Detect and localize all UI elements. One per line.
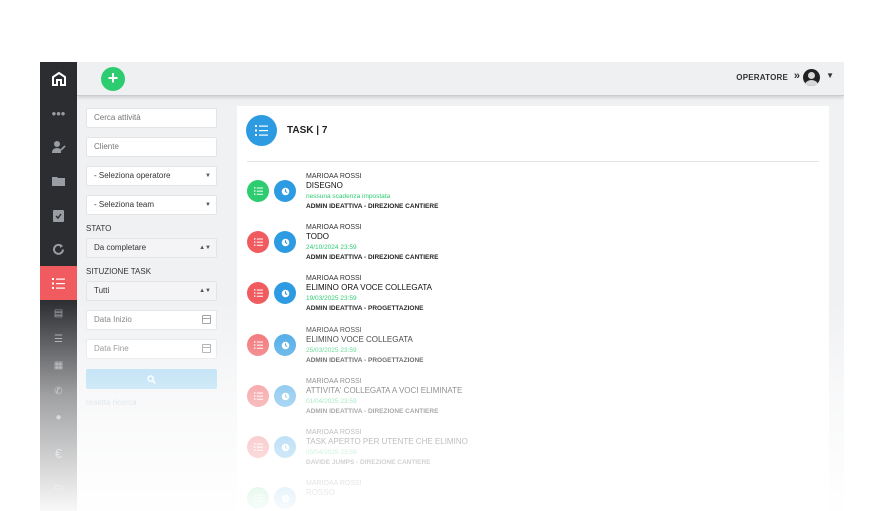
checklist-icon[interactable]: ☰ — [40, 326, 77, 352]
task-name[interactable]: DISEGNO — [306, 181, 706, 191]
situazione-select[interactable]: Tutti ▲▼ — [86, 281, 217, 301]
reset-search-link[interactable]: resetta ricerca — [86, 398, 217, 407]
situazione-label: SITUZIONE TASK — [86, 267, 152, 276]
task-panel: TASK | 7 MARIOAA ROSSI DISEGNO nessuna sca… — [237, 106, 829, 511]
stato-select[interactable]: Da completare ▲▼ — [86, 238, 217, 258]
operatore-select[interactable]: - Seleziona operatore ▼ — [86, 166, 217, 186]
search-button[interactable] — [86, 369, 217, 389]
top-bar: + OPERATORE » ▼ — [77, 62, 844, 96]
task-list-icon — [246, 115, 277, 146]
task-details: MARIOAA ROSSI ATTIVITA' COLLEGATA A VOCI … — [306, 377, 706, 417]
task-name[interactable]: ELIMINO ORA VOCE COLLEGATA — [306, 283, 706, 293]
clock-icon[interactable] — [274, 334, 296, 356]
document-icon[interactable]: ▤ — [40, 300, 77, 326]
task-status-icon[interactable] — [247, 180, 269, 202]
task-details: MARIOAA ROSSI TASK APERTO PER UTENTE CHE … — [306, 428, 706, 468]
clock-icon[interactable] — [274, 231, 296, 253]
updown-icon: ▲▼ — [199, 245, 211, 251]
task-name[interactable]: TASK APERTO PER UTENTE CHE ELIMINO — [306, 437, 706, 447]
avatar[interactable] — [803, 69, 820, 86]
phone-icon[interactable]: ✆ — [40, 378, 77, 404]
task-details: MARIOAA ROSSI TODO 24/10/2024 23:59 ADMIN I… — [306, 223, 706, 263]
task-details: MARIOAA ROSSI ROSSO — [306, 479, 706, 498]
divider — [247, 161, 819, 162]
sync-icon[interactable] — [40, 232, 77, 266]
user-edit-icon[interactable] — [40, 130, 77, 164]
task-status-icon[interactable] — [247, 487, 269, 509]
task-user: MARIOAA ROSSI — [306, 429, 362, 436]
euro-icon[interactable]: € — [40, 436, 77, 470]
task-user: MARIOAA ROSSI — [306, 480, 362, 487]
search-icon — [147, 375, 156, 384]
situazione-select-value: Tutti — [94, 286, 110, 295]
team-select[interactable]: - Seleziona team ▼ — [86, 195, 217, 215]
caret-down-icon: ▼ — [205, 202, 211, 208]
chevron-down-icon[interactable]: ▼ — [826, 71, 834, 80]
task-owner: ADMIN IDEATTIVA - DIREZIONE CANTIERE — [306, 408, 439, 415]
data-fine-placeholder: Data Fine — [94, 344, 129, 353]
task-owner: ADMIN IDEATTIVA - PROGETTAZIONE — [306, 305, 424, 312]
task-list-icon[interactable] — [40, 266, 77, 300]
task-deadline: 25/03/2025 23:59 — [306, 347, 357, 354]
task-details: MARIOAA ROSSI ELIMINO VOCE COLLEGATA 25/03… — [306, 326, 706, 366]
card-icon[interactable]: ▭ — [40, 474, 77, 500]
data-fine-input[interactable]: Data Fine — [86, 339, 217, 359]
task-status-icon[interactable] — [247, 385, 269, 407]
app-logo[interactable] — [40, 62, 77, 96]
calendar-icon[interactable] — [202, 315, 211, 324]
task-owner: ADMIN IDEATTIVA - DIREZIONE CANTIERE — [306, 254, 439, 261]
calendar-icon[interactable] — [202, 344, 211, 353]
task-status-icon[interactable] — [247, 231, 269, 253]
clock-icon[interactable] — [274, 180, 296, 202]
updown-icon: ▲▼ — [199, 288, 211, 294]
cliente-input[interactable]: Cliente — [86, 137, 217, 157]
add-button[interactable]: + — [101, 67, 125, 91]
clock-icon[interactable] — [274, 487, 296, 509]
task-deadline: 01/04/2025 23:59 — [306, 398, 357, 405]
task-details: MARIOAA ROSSI DISEGNO nessuna scadenza imp… — [306, 172, 706, 212]
operatore-select-value: - Seleziona operatore — [94, 171, 171, 180]
users-icon[interactable]: ● — [40, 404, 77, 430]
task-deadline: 05/04/2025 23:59 — [306, 449, 357, 456]
task-status-icon[interactable] — [247, 334, 269, 356]
task-name[interactable]: TODO — [306, 232, 706, 242]
clock-icon[interactable] — [274, 282, 296, 304]
task-name[interactable]: ELIMINO VOCE COLLEGATA — [306, 335, 706, 345]
sidebar: ••• ▤ ☰ ▦ ✆ ● € ▭ — [40, 62, 77, 511]
search-input[interactable]: Cerca attività — [86, 108, 217, 128]
more-icon[interactable]: ••• — [40, 96, 77, 130]
clock-icon[interactable] — [274, 385, 296, 407]
clock-icon[interactable] — [274, 436, 296, 458]
task-deadline: 24/10/2024 23:59 — [306, 244, 357, 251]
task-owner: DAVIDE JUMPS - DIREZIONE CANTIERE — [306, 459, 431, 466]
stato-label: STATO — [86, 224, 112, 233]
stato-select-value: Da completare — [94, 243, 147, 252]
task-user: MARIOAA ROSSI — [306, 173, 362, 180]
task-user: MARIOAA ROSSI — [306, 275, 362, 282]
task-owner: ADMIN IDEATTIVA - PROGETTAZIONE — [306, 357, 424, 364]
task-user: MARIOAA ROSSI — [306, 327, 362, 334]
caret-down-icon: ▼ — [205, 173, 211, 179]
app-window: ••• ▤ ☰ ▦ ✆ ● € ▭ + OPERATORE » ▼ Cerca … — [40, 62, 844, 511]
data-inizio-placeholder: Data Inizio — [94, 315, 132, 324]
task-name[interactable]: ATTIVITA' COLLEGATA A VOCI ELIMINATE — [306, 386, 706, 396]
data-inizio-input[interactable]: Data Inizio — [86, 310, 217, 330]
clipboard-check-icon[interactable] — [40, 198, 77, 232]
team-select-value: - Seleziona team — [94, 200, 155, 209]
task-deadline: 19/03/2025 23:59 — [306, 295, 357, 302]
task-name[interactable]: ROSSO — [306, 488, 706, 498]
chevron-double-right-icon[interactable]: » — [794, 70, 800, 82]
filter-panel: Cerca attività Cliente - Seleziona opera… — [86, 108, 217, 407]
task-user: MARIOAA ROSSI — [306, 224, 362, 231]
operatore-label[interactable]: OPERATORE — [736, 73, 788, 82]
task-user: MARIOAA ROSSI — [306, 378, 362, 385]
task-owner: ADMIN IDEATTIVA - DIREZIONE CANTIERE — [306, 203, 439, 210]
task-status-icon[interactable] — [247, 436, 269, 458]
task-details: MARIOAA ROSSI ELIMINO ORA VOCE COLLEGATA 1… — [306, 274, 706, 314]
calendar-icon[interactable]: ▦ — [40, 352, 77, 378]
task-status-icon[interactable] — [247, 282, 269, 304]
page-title: TASK | 7 — [287, 125, 328, 136]
task-deadline: nessuna scadenza impostata — [306, 193, 391, 200]
folder-icon[interactable] — [40, 164, 77, 198]
